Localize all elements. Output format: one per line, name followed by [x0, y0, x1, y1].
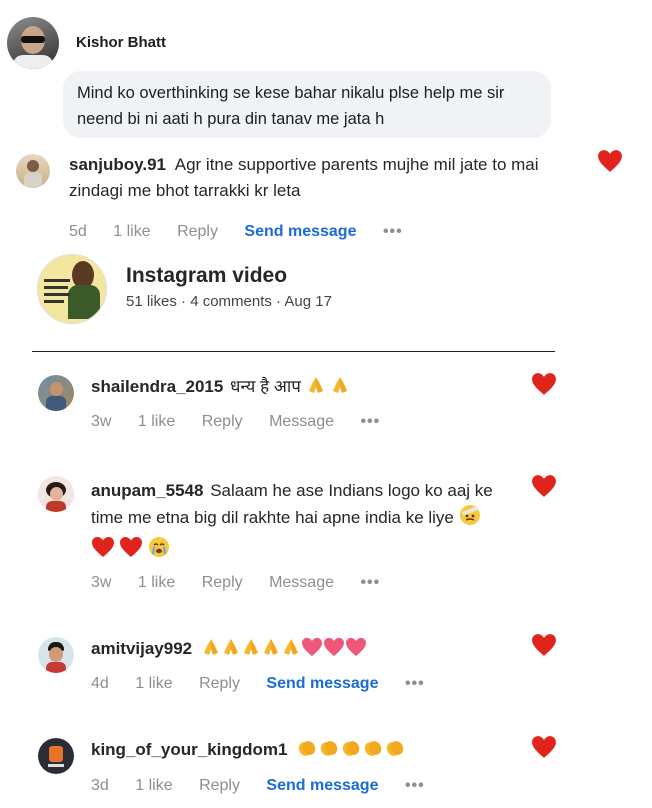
like-heart-icon[interactable] [531, 633, 557, 657]
comment-likes[interactable]: 1 like [138, 413, 175, 430]
comment-emoji-row [91, 536, 170, 563]
folded-hands-emoji [201, 637, 221, 665]
comment-username[interactable]: sanjuboy.91 [69, 155, 166, 174]
clapping-hands-emoji [340, 738, 362, 766]
comment-time: 3w [91, 574, 112, 591]
avatar[interactable] [38, 375, 74, 411]
comment-author[interactable]: Kishor Bhatt [76, 34, 166, 51]
emoji-sequence [201, 637, 367, 658]
send-message-button[interactable]: Send message [244, 223, 356, 240]
like-heart-icon[interactable] [531, 735, 557, 759]
comment-time: 5d [69, 223, 87, 240]
like-heart-icon[interactable] [531, 372, 557, 396]
reply-button[interactable]: Reply [202, 574, 243, 591]
comment-time: 3w [91, 413, 112, 430]
emoji-sequence [296, 740, 406, 759]
more-options-icon[interactable]: ••• [360, 413, 380, 430]
comment-likes[interactable]: 1 like [113, 223, 150, 240]
reply-button[interactable]: Reply [177, 223, 218, 240]
pink-heart-emoji [345, 637, 367, 665]
more-options-icon[interactable]: ••• [405, 675, 425, 692]
reply-button[interactable]: Reply [199, 675, 240, 692]
avatar[interactable] [38, 476, 74, 512]
comment-meta: 3w 1 like Reply Message ••• [91, 574, 402, 592]
folded-hands-emoji [261, 637, 281, 665]
avatar[interactable] [38, 738, 74, 774]
clapping-hands-emoji [318, 738, 340, 766]
comment-time: 3d [91, 777, 109, 794]
more-options-icon[interactable]: ••• [360, 574, 380, 591]
comment-body: sanjuboy.91 Agr itne supportive parents … [69, 152, 579, 204]
message-button[interactable]: Message [269, 574, 334, 591]
red-heart-emoji [119, 536, 143, 563]
video-meta: 51 likes · 4 comments · Aug 17 [126, 293, 332, 310]
folded-hands-emoji [281, 637, 301, 665]
comment-body: amitvijay992 [91, 636, 367, 665]
comment-body: shailendra_2015 धन्य है आप [91, 374, 350, 403]
comment-time: 4d [91, 675, 109, 692]
comment-meta: 4d 1 like Reply Send message ••• [91, 675, 447, 693]
folded-hands-emoji [221, 637, 241, 665]
folded-hands-emoji [330, 375, 350, 403]
comment-meta: 5d 1 like Reply Send message ••• [69, 223, 425, 241]
comment-username[interactable]: anupam_5548 [91, 481, 203, 500]
crying-face-emoji [148, 536, 170, 563]
comment-username[interactable]: king_of_your_kingdom1 [91, 740, 287, 759]
more-options-icon[interactable]: ••• [405, 777, 425, 794]
video-title[interactable]: Instagram video [126, 264, 287, 288]
comment-username[interactable]: shailendra_2015 [91, 377, 223, 396]
message-button[interactable]: Message [269, 413, 334, 430]
more-options-icon[interactable]: ••• [383, 223, 403, 240]
comment-likes[interactable]: 1 like [135, 777, 172, 794]
face-with-bandage-emoji [459, 504, 481, 534]
like-heart-icon[interactable] [597, 149, 623, 173]
divider [32, 351, 555, 352]
folded-hands-emoji [241, 637, 261, 665]
reply-button[interactable]: Reply [202, 413, 243, 430]
like-heart-icon[interactable] [531, 474, 557, 498]
avatar[interactable] [16, 154, 50, 188]
comment-meta: 3d 1 like Reply Send message ••• [91, 777, 447, 795]
clapping-hands-emoji [362, 738, 384, 766]
comment-body: king_of_your_kingdom1 [91, 737, 406, 766]
video-thumbnail[interactable] [37, 254, 107, 324]
comment-body: anupam_5548 Salaam he ase Indians logo k… [91, 478, 526, 534]
pink-heart-emoji [301, 637, 323, 665]
clapping-hands-emoji [296, 738, 318, 766]
clapping-hands-emoji [384, 738, 406, 766]
comment-text: Mind ko overthinking se kese bahar nikal… [77, 84, 505, 128]
folded-hands-emoji [306, 375, 326, 403]
comment-text: धन्य है आप [230, 377, 301, 396]
avatar[interactable] [7, 17, 59, 69]
send-message-button[interactable]: Send message [266, 675, 378, 692]
comment-likes[interactable]: 1 like [135, 675, 172, 692]
avatar[interactable] [38, 637, 74, 673]
red-heart-emoji [91, 536, 115, 563]
comment-likes[interactable]: 1 like [138, 574, 175, 591]
comment-username[interactable]: amitvijay992 [91, 639, 192, 658]
comment-meta: 3w 1 like Reply Message ••• [91, 413, 402, 431]
pink-heart-emoji [323, 637, 345, 665]
send-message-button[interactable]: Send message [266, 777, 378, 794]
reply-button[interactable]: Reply [199, 777, 240, 794]
